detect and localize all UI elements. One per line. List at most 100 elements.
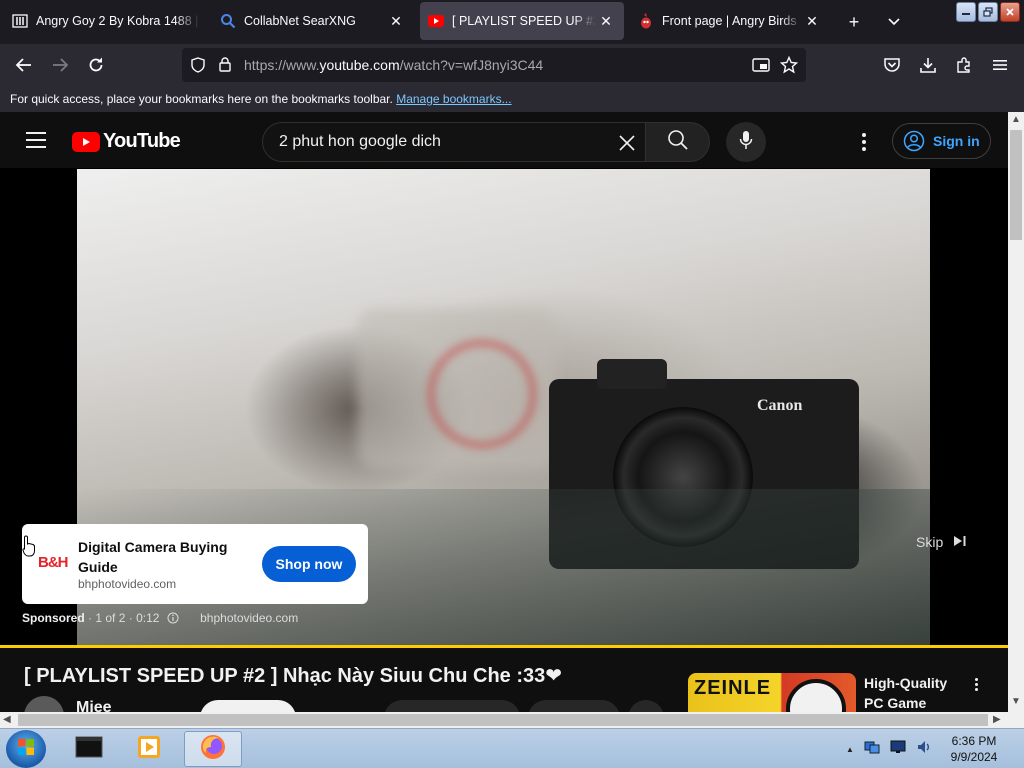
show-hidden-icons[interactable]: ▲ <box>846 745 854 754</box>
tab-strip: Angry Goy 2 By Kobra 1488 | CollabNet Se… <box>0 0 1024 44</box>
lock-icon[interactable] <box>218 56 232 77</box>
system-tray: ▲ <box>846 737 932 761</box>
close-window-icon[interactable] <box>1000 2 1020 22</box>
ad-meta-domain[interactable]: bhphotovideo.com <box>200 611 298 625</box>
firefox-icon <box>199 733 227 766</box>
settings-kebab-icon[interactable] <box>852 130 876 154</box>
more-actions-button[interactable] <box>628 700 664 712</box>
voice-search-button[interactable] <box>726 122 766 162</box>
bookmark-star-icon[interactable] <box>779 55 799 79</box>
shop-now-button[interactable]: Shop now <box>262 546 356 582</box>
skip-ad-button[interactable]: Skip <box>902 522 980 562</box>
info-icon[interactable] <box>167 612 179 627</box>
subscribe-button[interactable] <box>200 700 296 712</box>
search-box[interactable]: 2 phut hon google dich <box>262 122 646 162</box>
taskbar-terminal[interactable] <box>60 731 118 767</box>
recommended-thumbnail[interactable]: ZEINLE <box>688 673 856 712</box>
share-button[interactable] <box>528 700 620 712</box>
ad-card[interactable]: B&H Digital Camera Buying Guide bhphotov… <box>22 524 368 604</box>
blurred-lens <box>427 339 537 449</box>
pocket-icon[interactable] <box>880 53 904 77</box>
bookmarks-message: For quick access, place your bookmarks h… <box>10 92 393 106</box>
vertical-scroll-thumb[interactable] <box>1010 130 1022 240</box>
channel-name[interactable]: Miee <box>76 699 112 712</box>
guide-menu-icon[interactable] <box>26 132 46 148</box>
sponsored-label: Sponsored <box>22 611 85 625</box>
downloads-icon[interactable] <box>916 53 940 77</box>
url-text[interactable]: https://www.youtube.com/watch?v=wfJ8nyi3… <box>244 57 543 73</box>
ad-time: 0:12 <box>136 611 160 625</box>
shield-icon[interactable] <box>190 57 206 78</box>
network-icon[interactable] <box>864 739 880 760</box>
account-icon <box>903 130 925 152</box>
scroll-down-icon[interactable]: ▼ <box>1011 696 1021 707</box>
vertical-scrollbar[interactable]: ▲ ▼ <box>1008 112 1024 712</box>
thumbnail-character <box>786 679 846 712</box>
taskbar-clock[interactable]: 6:36 PM 9/9/2024 <box>944 733 1004 765</box>
skip-next-icon <box>953 534 967 551</box>
forward-icon[interactable] <box>48 53 72 77</box>
youtube-wordmark: YouTube <box>103 130 181 152</box>
scrollbar-corner <box>1008 712 1024 728</box>
scroll-right-icon[interactable]: ▶ <box>993 714 1001 725</box>
clear-search-icon[interactable] <box>615 131 639 155</box>
app-menu-icon[interactable] <box>988 53 1012 77</box>
recommended-title[interactable]: High-Quality PC Game <box>864 673 968 712</box>
windows-taskbar: ▲ 6:36 PM 9/9/2024 <box>0 728 1024 768</box>
extensions-icon[interactable] <box>952 53 976 77</box>
mouse-cursor-icon <box>22 535 36 562</box>
library-icon <box>12 13 28 29</box>
recommended-menu-icon[interactable] <box>972 678 980 694</box>
horizontal-scrollbar[interactable]: ◀ ▶ <box>0 712 1008 728</box>
list-tabs-icon[interactable] <box>882 10 906 34</box>
ad-progress-bar[interactable] <box>0 645 1008 648</box>
search-icon <box>220 13 236 29</box>
search-input[interactable]: 2 phut hon google dich <box>279 133 441 151</box>
video-player[interactable]: Canon B&H Digital Camera Buying Guide bh… <box>0 168 1008 648</box>
angry-birds-icon <box>638 13 654 29</box>
youtube-page: YouTube 2 phut hon google dich Sign in C… <box>0 112 1008 712</box>
bh-logo: B&H <box>38 554 69 571</box>
minimize-icon[interactable] <box>956 2 976 22</box>
new-tab-icon[interactable]: + <box>842 10 866 34</box>
close-tab-icon[interactable]: ✕ <box>596 13 616 30</box>
picture-in-picture-icon[interactable] <box>752 57 770 78</box>
tab-youtube[interactable]: [ PLAYLIST SPEED UP #2 ] Nh ✕ <box>420 2 624 40</box>
start-button[interactable] <box>6 730 46 768</box>
youtube-logo[interactable]: YouTube <box>72 130 181 153</box>
bookmarks-toolbar: For quick access, place your bookmarks h… <box>0 86 1024 112</box>
ad-title[interactable]: Digital Camera Buying Guide <box>78 537 258 577</box>
address-bar[interactable]: https://www.youtube.com/watch?v=wfJ8nyi3… <box>182 48 806 82</box>
close-tab-icon[interactable]: ✕ <box>386 13 406 30</box>
tab-title: Angry Goy 2 By Kobra 1488 | <box>36 14 199 28</box>
manage-bookmarks-link[interactable]: Manage bookmarks... <box>396 92 511 106</box>
scroll-up-icon[interactable]: ▲ <box>1011 114 1021 125</box>
navigation-toolbar: https://www.youtube.com/watch?v=wfJ8nyi3… <box>0 44 1024 86</box>
ad-meta: Sponsored · 1 of 2 · 0:12 bhphotovideo.c… <box>22 611 299 627</box>
skip-label: Skip <box>916 534 944 550</box>
taskbar-media-player[interactable] <box>120 731 178 767</box>
sign-in-button[interactable]: Sign in <box>892 123 991 159</box>
volume-icon[interactable] <box>916 739 932 760</box>
reload-icon[interactable] <box>84 53 108 77</box>
search-button[interactable] <box>646 122 710 162</box>
tab-angry-goy[interactable]: Angry Goy 2 By Kobra 1488 | <box>4 2 208 40</box>
scroll-left-icon[interactable]: ◀ <box>3 714 11 725</box>
taskbar-firefox[interactable] <box>184 731 242 767</box>
clock-date: 9/9/2024 <box>950 750 998 764</box>
windows-logo-icon <box>16 737 36 762</box>
media-player-icon <box>136 734 162 765</box>
camera-top-dial <box>597 359 667 389</box>
channel-avatar[interactable] <box>24 696 64 712</box>
like-dislike-button[interactable] <box>384 700 520 712</box>
display-icon[interactable] <box>890 739 906 760</box>
close-tab-icon[interactable]: ✕ <box>802 13 822 30</box>
back-icon[interactable] <box>12 53 36 77</box>
thumbnail-text: ZEINLE <box>694 677 772 699</box>
horizontal-scroll-thumb[interactable] <box>18 714 988 726</box>
video-title: [ PLAYLIST SPEED UP #2 ] Nhạc Này Siuu C… <box>24 665 562 687</box>
tab-angry-birds[interactable]: Front page | Angry Birds ✕ <box>630 2 830 40</box>
restore-icon[interactable] <box>978 2 998 22</box>
tab-searxng[interactable]: CollabNet SearXNG ✕ <box>212 2 414 40</box>
youtube-play-icon <box>72 131 100 152</box>
